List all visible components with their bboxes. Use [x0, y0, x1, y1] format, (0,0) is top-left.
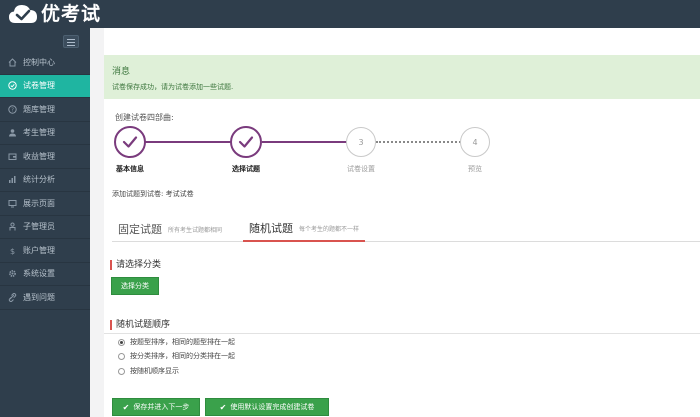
gear-icon: [8, 269, 17, 278]
monitor-icon: [8, 199, 17, 208]
link-icon: [8, 292, 17, 302]
wallet-icon: [8, 152, 17, 161]
step-2-circle: [230, 126, 262, 158]
order-section-title: 随机试题顺序: [110, 320, 170, 330]
success-alert: 消息 试卷保存成功，请为试卷添加一些试题.: [104, 55, 700, 99]
tab-name: 固定试题: [118, 223, 162, 236]
step-3-circle: 3: [346, 127, 376, 157]
dollar-icon: $: [8, 246, 17, 255]
radio-button[interactable]: [118, 338, 125, 346]
check-icon: ✔: [219, 402, 227, 412]
section-divider: [104, 333, 700, 334]
tab-name: 随机试题: [249, 222, 293, 235]
sidebar-item-label: 账户管理: [23, 245, 55, 255]
sidebar-item-settings[interactable]: 系统设置: [0, 263, 90, 286]
radio-button[interactable]: [118, 367, 125, 375]
sidebar-item-statistics[interactable]: 统计分析: [0, 169, 90, 192]
sidebar-item-examinees[interactable]: 考生管理: [0, 122, 90, 145]
sidebar-item-label: 控制中心: [23, 57, 55, 67]
step-2-label: 选择试题: [232, 165, 260, 173]
svg-text:?: ?: [11, 107, 14, 113]
bar-chart-icon: [8, 175, 17, 184]
sidebar-item-paper-management[interactable]: 试卷管理: [0, 74, 96, 98]
sidebar-item-label: 遇到问题: [23, 292, 55, 302]
alert-message: 试卷保存成功，请为试卷添加一些试题.: [112, 83, 234, 91]
svg-text:$: $: [10, 247, 15, 255]
save-and-next-button[interactable]: ✔ 保存并进入下一步: [112, 398, 200, 416]
radio-button[interactable]: [118, 352, 125, 360]
order-option-by-category[interactable]: 按分类排序，相同的分类排在一起: [118, 351, 235, 361]
step-4-label: 预览: [468, 165, 482, 173]
sidebar-item-help[interactable]: 遇到问题: [0, 286, 90, 310]
progress-steps: 基本信息 选择试题 3 试卷设置 4 预览: [104, 124, 504, 174]
button-label: 使用默认设置完成创建试卷: [230, 403, 315, 411]
check-icon: [122, 136, 138, 148]
sidebar-item-display-pages[interactable]: 展示页面: [0, 192, 90, 216]
add-to-paper-text: 添加试题到试卷: 考试试卷: [112, 190, 194, 198]
use-defaults-button[interactable]: ✔ 使用默认设置完成创建试卷: [205, 398, 329, 416]
check-circle-icon: [8, 81, 17, 90]
sidebar-item-label: 试卷管理: [23, 81, 55, 91]
step-4-number: 4: [472, 137, 478, 147]
content-gutter: [90, 28, 104, 417]
sidebar-item-label: 子管理员: [23, 222, 55, 232]
sidebar-item-label: 统计分析: [23, 175, 55, 185]
radio-label: 按题型排序，相同的题型排在一起: [130, 338, 235, 346]
sidebar-toggle-button[interactable]: [63, 35, 79, 48]
top-bar: 优考试: [0, 0, 700, 28]
button-label: 保存并进入下一步: [133, 403, 190, 411]
step-1-circle: [114, 126, 146, 158]
tab-fixed-questions[interactable]: 固定试题 所有考生试题都相同: [112, 216, 228, 242]
cloud-check-icon: [8, 3, 38, 25]
alert-title: 消息: [112, 67, 131, 77]
sidebar-item-question-bank[interactable]: ? 题库管理: [0, 98, 90, 122]
order-option-random[interactable]: 按随机顺序显示: [118, 366, 179, 376]
user-icon: [8, 128, 17, 137]
main-content: 消息 试卷保存成功，请为试卷添加一些试题. 创建试卷四部曲: 基本信息 选择试题…: [90, 28, 700, 417]
tab-description: 每个考生的题都不一样: [299, 225, 360, 233]
check-icon: ✔: [122, 402, 130, 412]
sidebar-item-control-center[interactable]: 控制中心: [0, 51, 90, 75]
select-category-button[interactable]: 选择分类: [111, 277, 159, 295]
sidebar-item-label: 收益管理: [23, 151, 55, 161]
step-1-label: 基本信息: [116, 165, 144, 173]
step-4-circle: 4: [460, 127, 490, 157]
sidebar-item-label: 考生管理: [23, 128, 55, 138]
question-type-tabs: 固定试题 所有考生试题都相同 随机试题 每个考生的题都不一样: [112, 216, 700, 242]
person-icon: [8, 222, 17, 231]
radio-label: 按分类排序，相同的分类排在一起: [130, 352, 235, 360]
logo-text: 优考试: [41, 3, 102, 25]
step-3-number: 3: [358, 137, 364, 147]
order-option-by-type[interactable]: 按题型排序，相同的题型排在一起: [118, 337, 235, 347]
home-icon: [8, 58, 17, 67]
sidebar-item-label: 展示页面: [23, 198, 55, 208]
sidebar-item-label: 系统设置: [23, 269, 55, 279]
sidebar-item-account[interactable]: $ 账户管理: [0, 239, 90, 263]
sidebar-item-revenue[interactable]: 收益管理: [0, 145, 90, 169]
tab-random-questions[interactable]: 随机试题 每个考生的题都不一样: [243, 216, 366, 242]
category-section-title: 请选择分类: [110, 260, 161, 270]
sidebar: 控制中心 试卷管理 ? 题库管理 考生管理 收益管理 统计分析 展示页面 子管理…: [0, 28, 96, 417]
radio-label: 按随机顺序显示: [130, 367, 179, 375]
sidebar-item-sub-admins[interactable]: 子管理员: [0, 216, 90, 239]
tab-description: 所有考生试题都相同: [168, 226, 223, 234]
sidebar-menu: 控制中心 试卷管理 ? 题库管理 考生管理 收益管理 统计分析 展示页面 子管理…: [0, 51, 96, 310]
logo[interactable]: 优考试: [8, 3, 101, 25]
question-circle-icon: ?: [8, 105, 17, 114]
step-3-label: 试卷设置: [347, 165, 375, 173]
sidebar-item-label: 题库管理: [23, 104, 55, 114]
check-icon: [238, 136, 254, 148]
steps-title: 创建试卷四部曲:: [115, 113, 174, 122]
